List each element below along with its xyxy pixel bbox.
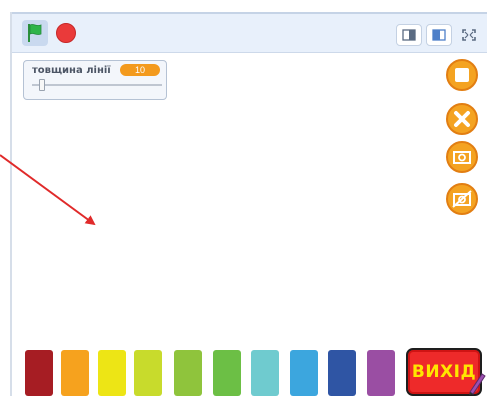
annotation-arrow: [0, 154, 96, 226]
color-swatch[interactable]: [174, 350, 202, 396]
color-swatch[interactable]: [98, 350, 126, 396]
color-swatch[interactable]: [213, 350, 241, 396]
color-swatch[interactable]: [61, 350, 89, 396]
color-swatch[interactable]: [290, 350, 318, 396]
color-swatch[interactable]: [367, 350, 395, 396]
pencil-icon: [469, 373, 486, 395]
color-swatch[interactable]: [25, 350, 53, 396]
color-swatch[interactable]: [251, 350, 279, 396]
color-swatch[interactable]: [134, 350, 162, 396]
color-swatch[interactable]: [328, 350, 356, 396]
